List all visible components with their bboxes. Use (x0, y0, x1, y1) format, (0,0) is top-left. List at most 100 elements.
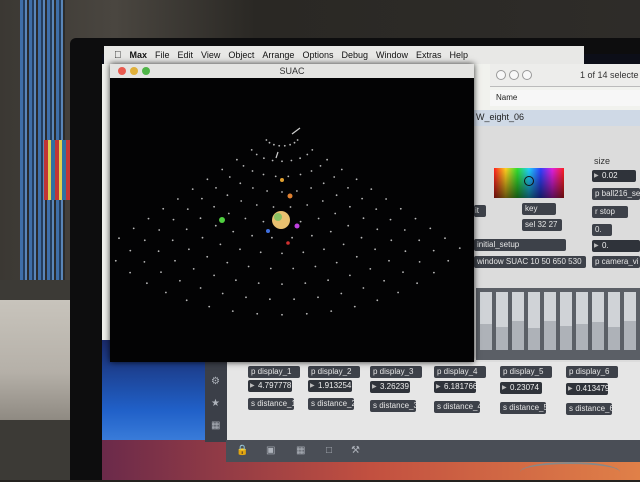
grid-dot (271, 159, 274, 162)
menu-window[interactable]: Window (376, 50, 408, 60)
zoom-button[interactable] (142, 67, 150, 75)
close-button[interactable] (496, 70, 506, 80)
grid-dot (299, 220, 302, 223)
display-2[interactable]: p display_2 (308, 366, 360, 378)
window-message[interactable]: window SUAC 10 50 650 530 (474, 256, 586, 268)
minimize-button[interactable] (509, 70, 519, 80)
slider[interactable] (608, 292, 620, 350)
menu-debug[interactable]: Debug (341, 50, 368, 60)
close-button[interactable] (118, 67, 126, 75)
grid-dot (172, 218, 175, 221)
value-box-6[interactable]: 0.413479 (566, 383, 609, 395)
grid-dot (397, 291, 399, 294)
slider[interactable] (592, 292, 604, 350)
zoom-button[interactable] (522, 70, 532, 80)
send-distance-4[interactable]: s distance_4 (434, 401, 482, 413)
display-6[interactable]: p display_6 (566, 366, 618, 378)
send-distance-2[interactable]: s distance_2 (308, 398, 356, 410)
display-1[interactable]: p display_1 (248, 366, 300, 378)
selection-count: 1 of 14 selecte (580, 70, 639, 80)
send-distance-3[interactable]: s distance_3 (370, 400, 418, 412)
key-object[interactable]: key (522, 203, 556, 215)
ball-subpatcher[interactable]: p ball216_se (592, 188, 640, 200)
grid-dot (263, 157, 265, 160)
slider[interactable] (576, 292, 588, 350)
object-fragment[interactable]: it (474, 205, 486, 217)
grid-dot (147, 217, 150, 220)
r-stop-object[interactable]: r stop (592, 206, 628, 218)
initial-setup-message[interactable]: initial_setup (474, 239, 566, 251)
grid-dot (171, 239, 174, 242)
camera-subpatcher[interactable]: p camera_vi (592, 256, 640, 268)
menu-app-max[interactable]: Max (130, 50, 148, 60)
value-box-5[interactable]: 0.23074 (500, 382, 542, 394)
size-number-box[interactable]: 0.02 (592, 170, 636, 182)
value-box-4[interactable]: 6.181766 (434, 381, 477, 393)
grid-dot (231, 310, 234, 312)
grid-dot (199, 217, 202, 220)
wrench-icon[interactable]: ⚒ (351, 445, 360, 456)
presentation-icon[interactable]: ▣ (266, 445, 275, 456)
grid-dot (278, 144, 281, 147)
star-icon[interactable]: ★ (211, 398, 220, 409)
grid-icon[interactable]: ▦ (211, 420, 220, 431)
zero-number-box[interactable]: 0. (592, 240, 640, 252)
display-5[interactable]: p display_5 (500, 366, 552, 378)
column-header-name[interactable]: Name (496, 93, 517, 102)
grid-dot (447, 259, 450, 262)
value-box-2[interactable]: 1.913254 (308, 380, 352, 392)
grid-dot (429, 227, 432, 230)
menu-help[interactable]: Help (450, 50, 469, 60)
grid-dot (185, 228, 188, 231)
menu-edit[interactable]: Edit (178, 50, 194, 60)
grid-dot (310, 187, 312, 189)
grid-dot (228, 176, 231, 178)
slider[interactable] (560, 292, 572, 350)
swatch-marker[interactable] (524, 176, 534, 186)
slider[interactable] (512, 292, 524, 350)
menu-extras[interactable]: Extras (416, 50, 442, 60)
slider[interactable] (496, 292, 508, 350)
menu-object[interactable]: Object (228, 50, 254, 60)
grid-dot (416, 282, 418, 285)
grid-dot (266, 190, 268, 192)
grid-dot (143, 261, 146, 263)
grid-icon[interactable]: ▦ (296, 445, 305, 456)
grid-dot (291, 236, 293, 239)
purple-ball (294, 223, 300, 229)
sel-object[interactable]: sel 32 27 (522, 219, 562, 231)
3d-scene-view[interactable] (110, 78, 474, 362)
grid-dot (213, 205, 215, 208)
grid-dot (289, 206, 292, 208)
slider[interactable] (544, 292, 556, 350)
slider[interactable] (624, 292, 636, 350)
display-4[interactable]: p display_4 (434, 366, 486, 378)
menu-arrange[interactable]: Arrange (262, 50, 294, 60)
grid-dot (206, 178, 209, 181)
slider[interactable] (528, 292, 540, 350)
grid-dot (118, 237, 120, 240)
gear-icon[interactable]: ⚙ (211, 376, 220, 387)
menu-options[interactable]: Options (302, 50, 333, 60)
grid-dot (355, 178, 358, 181)
list-item[interactable]: W_eight_06 (472, 110, 640, 126)
slider-fill (544, 292, 556, 321)
value-box-3[interactable]: 3.26239 (370, 381, 410, 393)
grid-dot (305, 312, 308, 315)
minimize-button[interactable] (130, 67, 138, 75)
lock-icon[interactable]: 🔒 (236, 445, 248, 456)
slider[interactable] (480, 292, 492, 350)
apple-menu-icon[interactable]:  (114, 50, 122, 61)
send-distance-6[interactable]: s distance_6 (566, 403, 614, 415)
menu-file[interactable]: File (155, 50, 170, 60)
new-object-icon[interactable]: □ (326, 445, 332, 456)
send-distance-5[interactable]: s distance_5 (500, 402, 548, 414)
grid-dot (252, 187, 254, 189)
slider-fill (496, 292, 508, 327)
zero-message-a[interactable]: 0. (592, 224, 612, 236)
value-box-1[interactable]: 4.797778 (248, 380, 292, 392)
display-3[interactable]: p display_3 (370, 366, 422, 378)
menu-view[interactable]: View (201, 50, 220, 60)
grid-dot (158, 229, 161, 231)
send-distance-1[interactable]: s distance_1 (248, 398, 296, 410)
